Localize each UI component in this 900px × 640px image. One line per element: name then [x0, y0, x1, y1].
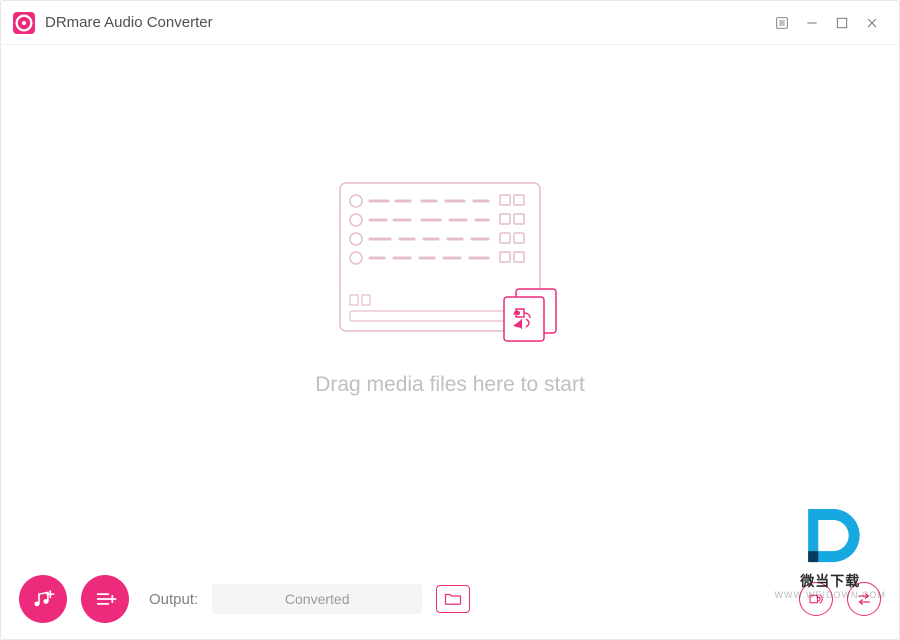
maximize-button[interactable] — [827, 8, 857, 38]
footer-bar: Output: Converted — [1, 567, 899, 639]
titlebar: DRmare Audio Converter — [1, 1, 899, 45]
drop-area[interactable]: Drag media files here to start — [1, 45, 899, 567]
app-window: DRmare Audio Converter — [0, 0, 900, 640]
output-label: Output: — [149, 591, 198, 608]
output-path-display: Converted — [212, 584, 422, 614]
close-button[interactable] — [857, 8, 887, 38]
drop-illustration-icon — [330, 175, 570, 345]
minimize-button[interactable] — [797, 8, 827, 38]
menu-button[interactable] — [767, 8, 797, 38]
add-list-button[interactable] — [81, 575, 129, 623]
drop-hint-text: Drag media files here to start — [315, 373, 585, 397]
output-format-button[interactable] — [799, 582, 833, 616]
convert-button[interactable] — [847, 582, 881, 616]
add-music-button[interactable] — [19, 575, 67, 623]
app-title: DRmare Audio Converter — [45, 14, 213, 31]
app-logo — [13, 12, 35, 34]
browse-output-button[interactable] — [436, 585, 470, 613]
